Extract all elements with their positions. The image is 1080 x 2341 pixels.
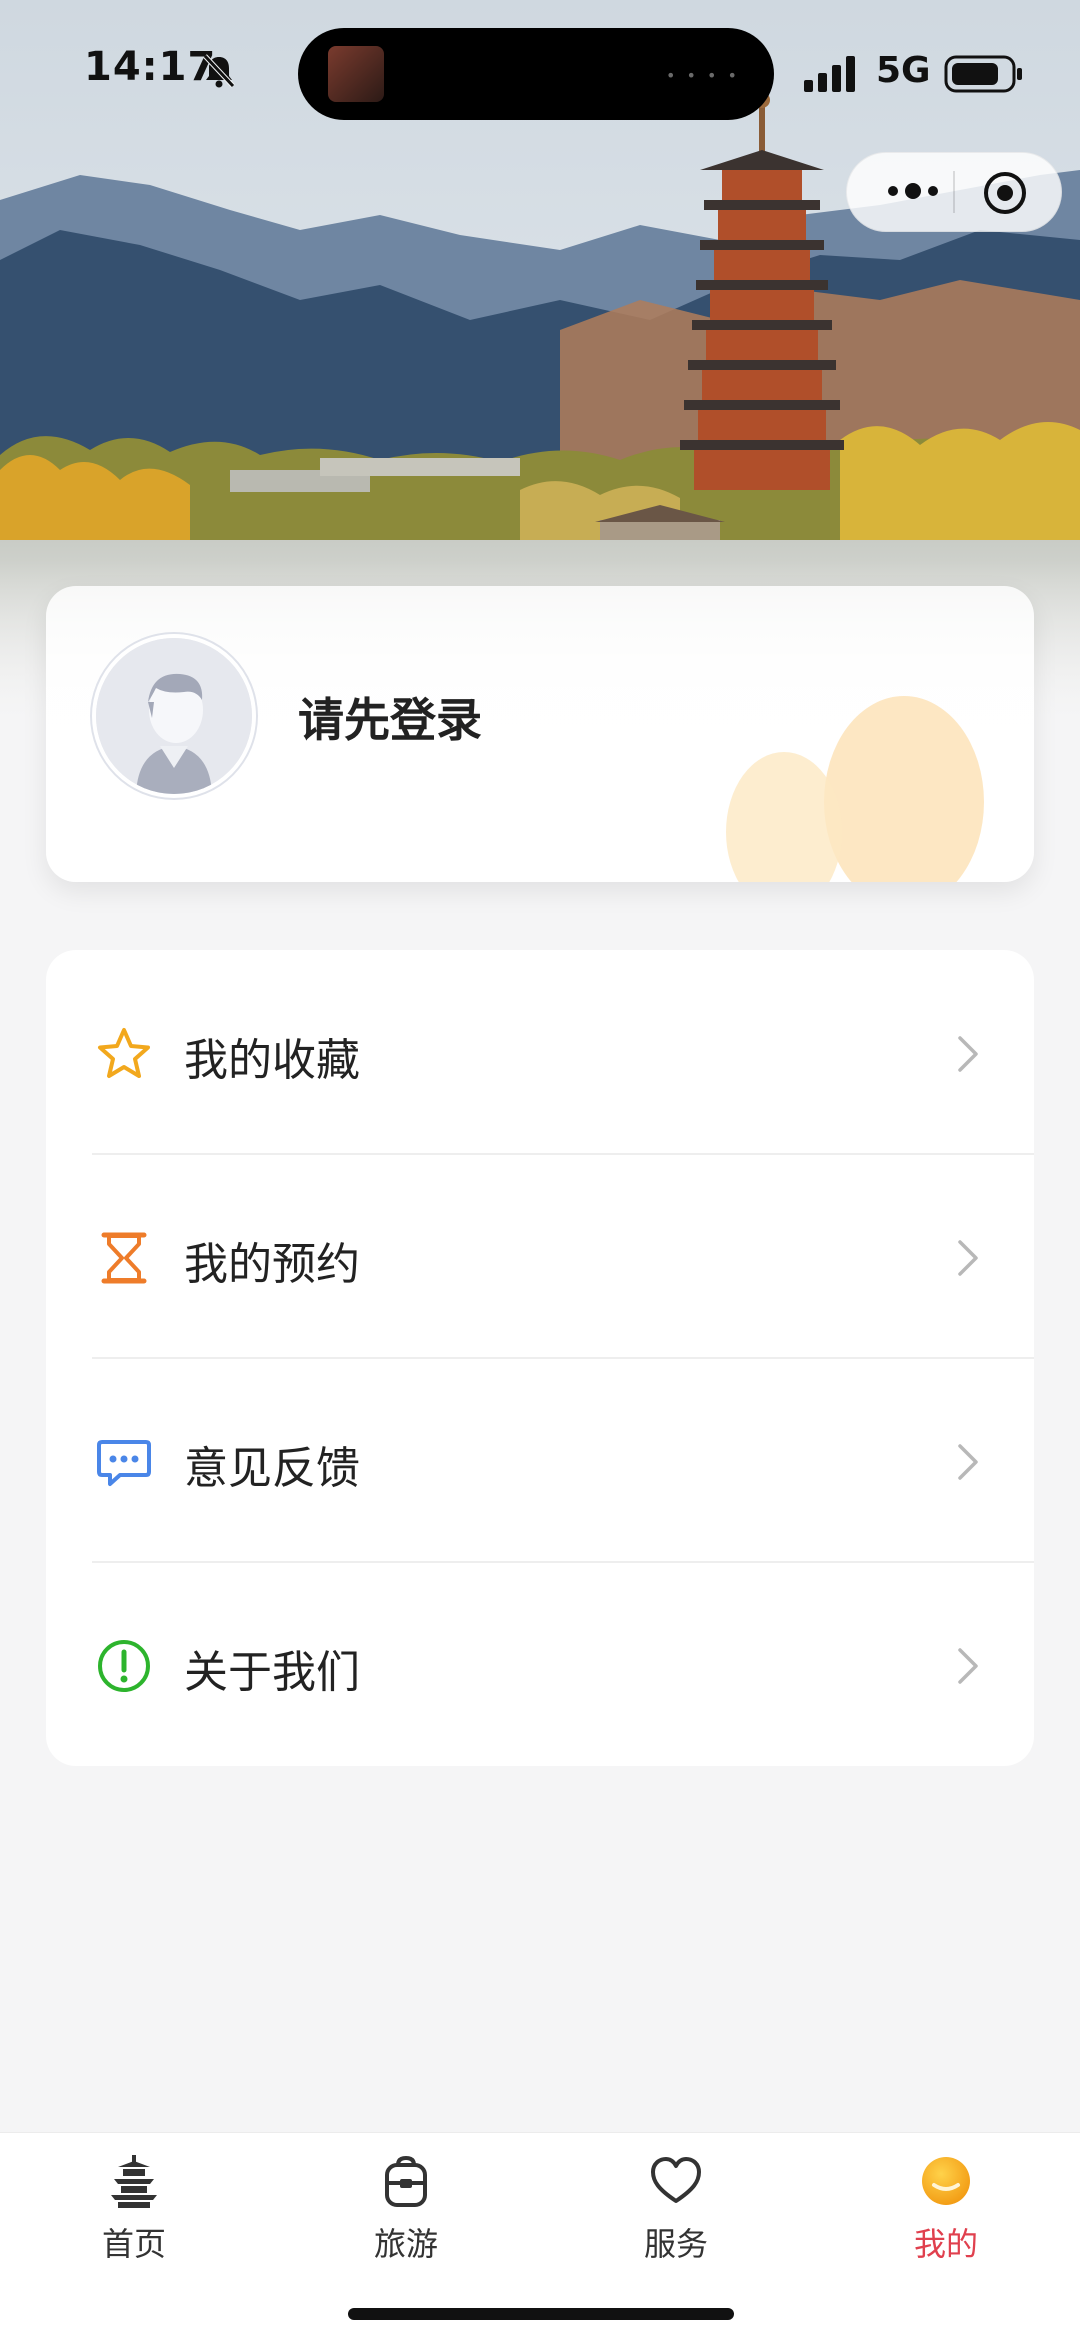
home-indicator: [348, 2308, 734, 2320]
heart-icon: [651, 2157, 701, 2203]
menu-item-favorites[interactable]: 我的收藏: [46, 950, 1034, 1154]
menu-item-label: 我的收藏: [184, 1035, 360, 1086]
profile-page: 14:17 • • • • 5G 请先登录 我的收藏 我的预约 意见反馈 关于我…: [0, 0, 1080, 2341]
battery-icon: [944, 55, 1022, 93]
pagoda-icon: [111, 2155, 157, 2208]
menu-list: 我的收藏 我的预约 意见反馈 关于我们: [46, 950, 1034, 1766]
bell-muted-icon: [203, 54, 235, 88]
tab-home[interactable]: 首页: [44, 2153, 224, 2283]
menu-item-feedback[interactable]: 意见反馈: [46, 1358, 1034, 1562]
island-indicator-icon: • • • •: [665, 66, 740, 85]
mine-icon: [922, 2157, 970, 2205]
miniprogram-capsule: [846, 152, 1062, 232]
hourglass-icon: [101, 1232, 147, 1284]
chevron-right-icon: [958, 1036, 978, 1072]
backpack-icon: [385, 2155, 427, 2207]
dynamic-island: • • • •: [298, 28, 774, 120]
menu-item-about[interactable]: 关于我们: [46, 1562, 1034, 1766]
capsule-divider: [953, 171, 955, 213]
status-time: 14:17: [84, 44, 217, 90]
signal-icon: [804, 56, 855, 92]
network-type: 5G: [876, 50, 931, 91]
menu-item-label: 我的预约: [184, 1239, 360, 1290]
menu-item-reservations[interactable]: 我的预约: [46, 1154, 1034, 1358]
now-playing-thumbnail: [328, 46, 384, 102]
star-icon: [98, 1028, 150, 1078]
more-icon[interactable]: [873, 171, 953, 211]
tab-travel[interactable]: 旅游: [316, 2153, 496, 2283]
menu-item-label: 意见反馈: [184, 1443, 360, 1494]
tab-label: 旅游: [373, 2225, 438, 2263]
close-target-icon[interactable]: [981, 169, 1029, 217]
tab-mine[interactable]: 我的: [856, 2153, 1036, 2283]
login-card[interactable]: 请先登录: [46, 586, 1034, 882]
tab-label: 我的: [913, 2225, 978, 2263]
chevron-right-icon: [958, 1240, 978, 1276]
status-bar: 14:17 • • • • 5G: [0, 0, 1080, 150]
card-decoration: [726, 696, 984, 882]
tab-label: 服务: [643, 2225, 708, 2263]
login-prompt[interactable]: 请先登录: [298, 684, 482, 750]
menu-item-label: 关于我们: [184, 1647, 360, 1698]
tab-services[interactable]: 服务: [586, 2153, 766, 2283]
chevron-right-icon: [958, 1444, 978, 1480]
avatar-icon[interactable]: [92, 634, 256, 798]
tab-label: 首页: [101, 2225, 166, 2263]
info-icon: [98, 1640, 150, 1692]
chevron-right-icon: [958, 1648, 978, 1684]
chat-icon: [97, 1440, 151, 1486]
